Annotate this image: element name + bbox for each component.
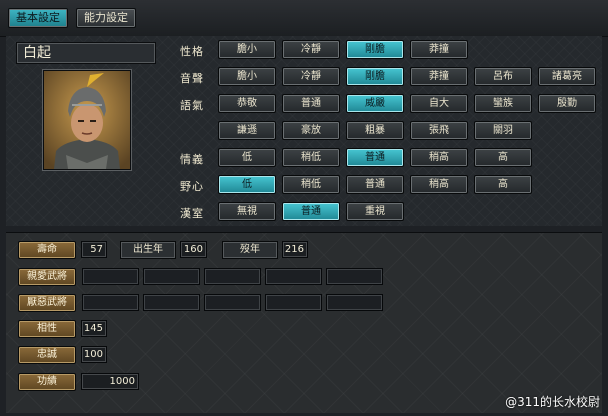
top-toolbar: 基本設定 能力設定 — [0, 0, 608, 37]
trait-option-button[interactable]: 自大 — [410, 94, 468, 113]
birth-year-label: 出生年 — [120, 241, 176, 259]
trait-label: 漢室 — [180, 207, 204, 220]
trait-option-button[interactable]: 粗暴 — [346, 121, 404, 140]
trait-option-button[interactable]: 冷靜 — [282, 40, 340, 59]
favored-generals-label: 親愛武將 — [18, 268, 76, 286]
trait-label: 性格 — [180, 45, 204, 58]
trait-option-button[interactable]: 諸葛亮 — [538, 67, 596, 86]
tab-ability-settings[interactable]: 能力設定 — [76, 8, 136, 28]
trait-option-button[interactable]: 高 — [474, 148, 532, 167]
watermark-text: @311的长水校尉 — [505, 395, 600, 409]
trait-option-button[interactable]: 莽撞 — [410, 40, 468, 59]
trait-option-button[interactable]: 普通 — [346, 175, 404, 194]
trait-option-button[interactable]: 膽小 — [218, 40, 276, 59]
trait-option-button[interactable]: 稍高 — [410, 175, 468, 194]
trait-option-button[interactable]: 重視 — [346, 202, 404, 221]
trait-option-button[interactable]: 普通 — [282, 94, 340, 113]
trait-label: 語氣 — [180, 99, 204, 112]
trait-option-button[interactable]: 謙遜 — [218, 121, 276, 140]
loyalty-value[interactable]: 100 — [81, 346, 107, 363]
disliked-general-slot[interactable] — [143, 294, 200, 311]
disliked-general-slot[interactable] — [265, 294, 322, 311]
trait-option-button[interactable]: 普通 — [346, 148, 404, 167]
trait-label: 野心 — [180, 180, 204, 193]
trait-option-button[interactable]: 剛膽 — [346, 40, 404, 59]
trait-option-button[interactable]: 豪放 — [282, 121, 340, 140]
trait-option-button[interactable]: 膽小 — [218, 67, 276, 86]
merit-value[interactable]: 1000 — [81, 373, 139, 390]
trait-label: 情義 — [180, 153, 204, 166]
disliked-generals-label: 厭惡武將 — [18, 294, 76, 312]
general-portrait-icon — [44, 71, 130, 169]
death-year-value[interactable]: 216 — [282, 241, 308, 258]
trait-option-button[interactable]: 普通 — [282, 202, 340, 221]
lifespan-value[interactable]: 57 — [81, 241, 107, 258]
trait-option-button[interactable]: 低 — [218, 175, 276, 194]
trait-option-button[interactable]: 威嚴 — [346, 94, 404, 113]
trait-option-button[interactable]: 呂布 — [474, 67, 532, 86]
loyalty-label: 忠誠 — [18, 346, 76, 364]
disliked-general-slot[interactable] — [82, 294, 139, 311]
trait-option-button[interactable]: 張飛 — [410, 121, 468, 140]
death-year-label: 歿年 — [222, 241, 278, 259]
favored-general-slot[interactable] — [82, 268, 139, 285]
favored-general-slot[interactable] — [143, 268, 200, 285]
disliked-general-slot[interactable] — [204, 294, 261, 311]
trait-option-button[interactable]: 無視 — [218, 202, 276, 221]
trait-option-button[interactable]: 高 — [474, 175, 532, 194]
lifespan-label: 壽命 — [18, 241, 76, 259]
trait-option-button[interactable]: 低 — [218, 148, 276, 167]
character-name[interactable]: 白起 — [16, 42, 156, 64]
trait-option-button[interactable]: 莽撞 — [410, 67, 468, 86]
merit-label: 功績 — [18, 373, 76, 391]
tab-basic-settings[interactable]: 基本設定 — [8, 8, 68, 28]
compatibility-label: 相性 — [18, 320, 76, 338]
birth-year-value[interactable]: 160 — [180, 241, 207, 258]
trait-option-button[interactable]: 恭敬 — [218, 94, 276, 113]
trait-option-button[interactable]: 稍低 — [282, 175, 340, 194]
favored-general-slot[interactable] — [326, 268, 383, 285]
trait-option-button[interactable]: 稍低 — [282, 148, 340, 167]
compatibility-value[interactable]: 145 — [81, 320, 107, 337]
portrait-image — [43, 70, 131, 170]
trait-option-button[interactable]: 關羽 — [474, 121, 532, 140]
trait-label: 音聲 — [180, 72, 204, 85]
trait-option-button[interactable]: 剛膽 — [346, 67, 404, 86]
trait-option-button[interactable]: 殷勤 — [538, 94, 596, 113]
disliked-general-slot[interactable] — [326, 294, 383, 311]
favored-general-slot[interactable] — [204, 268, 261, 285]
trait-option-button[interactable]: 稍高 — [410, 148, 468, 167]
trait-option-button[interactable]: 蠻族 — [474, 94, 532, 113]
trait-option-button[interactable]: 冷靜 — [282, 67, 340, 86]
favored-general-slot[interactable] — [265, 268, 322, 285]
